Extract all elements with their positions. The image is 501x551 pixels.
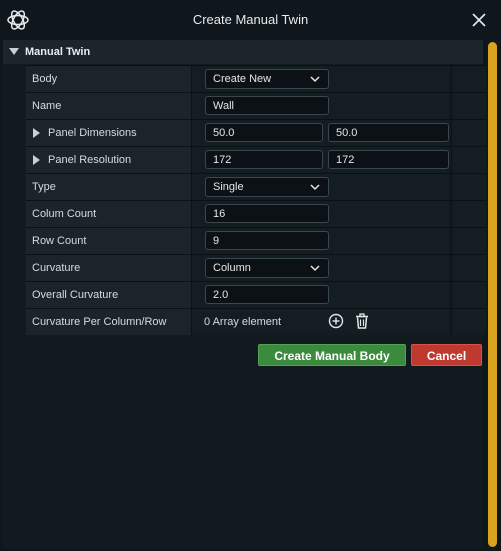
overall-curvature-field[interactable]: 2.0 [205, 285, 329, 304]
label-curvature-per-column-row: Curvature Per Column/Row [32, 316, 167, 328]
create-manual-body-button[interactable]: Create Manual Body [258, 344, 406, 366]
row-panel-dimensions: Panel Dimensions 50.0 50.0 [26, 119, 501, 146]
close-icon[interactable] [470, 11, 488, 29]
row-extra-cell [451, 309, 487, 335]
row-curvature-per-column-row: Curvature Per Column/Row 0 Array element [26, 308, 501, 335]
section-title: Manual Twin [25, 46, 91, 58]
panel-resolution-x-field[interactable]: 172 [205, 150, 323, 169]
colum-count-field[interactable]: 16 [205, 204, 329, 223]
row-colum-count: Colum Count 16 [26, 200, 501, 227]
row-extra-cell [451, 120, 487, 146]
label-overall-curvature: Overall Curvature [32, 289, 119, 301]
row-extra-cell [451, 282, 487, 308]
properties-panel: Manual Twin Body Create New Name Wall Pa… [3, 40, 501, 548]
row-extra-cell [451, 66, 487, 92]
row-extra-cell [451, 174, 487, 200]
vertical-scrollbar[interactable] [486, 40, 501, 551]
section-header-manual-twin[interactable]: Manual Twin [3, 40, 483, 64]
label-panel-resolution: Panel Resolution [48, 154, 132, 166]
title-bar: Create Manual Twin [0, 0, 501, 40]
label-curvature: Curvature [32, 262, 81, 274]
row-extra-cell [451, 147, 487, 173]
trash-icon[interactable] [354, 313, 370, 329]
array-element-count: 0 Array element [204, 316, 282, 328]
row-curvature: Curvature Column [26, 254, 501, 281]
row-extra-cell [451, 93, 487, 119]
row-count-field[interactable]: 9 [205, 231, 329, 250]
label-panel-dimensions: Panel Dimensions [48, 127, 137, 139]
row-type: Type Single [26, 173, 501, 200]
body-dropdown[interactable]: Create New [205, 69, 329, 89]
expand-triangle-icon[interactable] [33, 155, 40, 165]
expand-triangle-icon[interactable] [33, 128, 40, 138]
chevron-down-icon [310, 76, 320, 83]
body-dropdown-value: Create New [213, 73, 272, 85]
label-name: Name [32, 100, 62, 112]
name-field[interactable]: Wall [205, 96, 329, 115]
window-title: Create Manual Twin [192, 12, 309, 27]
label-colum-count: Colum Count [32, 208, 97, 220]
curvature-dropdown[interactable]: Column [205, 258, 329, 278]
panel-dimensions-y-field[interactable]: 50.0 [328, 123, 449, 142]
row-name: Name Wall [26, 92, 501, 119]
row-panel-resolution: Panel Resolution 172 172 [26, 146, 501, 173]
label-row-count: Row Count [32, 235, 87, 247]
type-dropdown[interactable]: Single [205, 177, 329, 197]
panel-resolution-y-field[interactable]: 172 [328, 150, 449, 169]
chevron-down-icon [310, 265, 320, 272]
curvature-dropdown-value: Column [213, 262, 251, 274]
panel-dimensions-x-field[interactable]: 50.0 [205, 123, 323, 142]
cancel-button[interactable]: Cancel [411, 344, 482, 366]
row-row-count: Row Count 9 [26, 227, 501, 254]
row-overall-curvature: Overall Curvature 2.0 [26, 281, 501, 308]
row-extra-cell [451, 255, 487, 281]
collapse-triangle-icon[interactable] [9, 48, 19, 56]
add-element-icon[interactable] [328, 313, 344, 329]
label-type: Type [32, 181, 56, 193]
type-dropdown-value: Single [213, 181, 244, 193]
row-body: Body Create New [26, 65, 501, 92]
row-extra-cell [451, 228, 487, 254]
row-extra-cell [451, 201, 487, 227]
scrollbar-thumb[interactable] [488, 42, 497, 547]
label-body: Body [32, 73, 58, 85]
chevron-down-icon [310, 184, 320, 191]
